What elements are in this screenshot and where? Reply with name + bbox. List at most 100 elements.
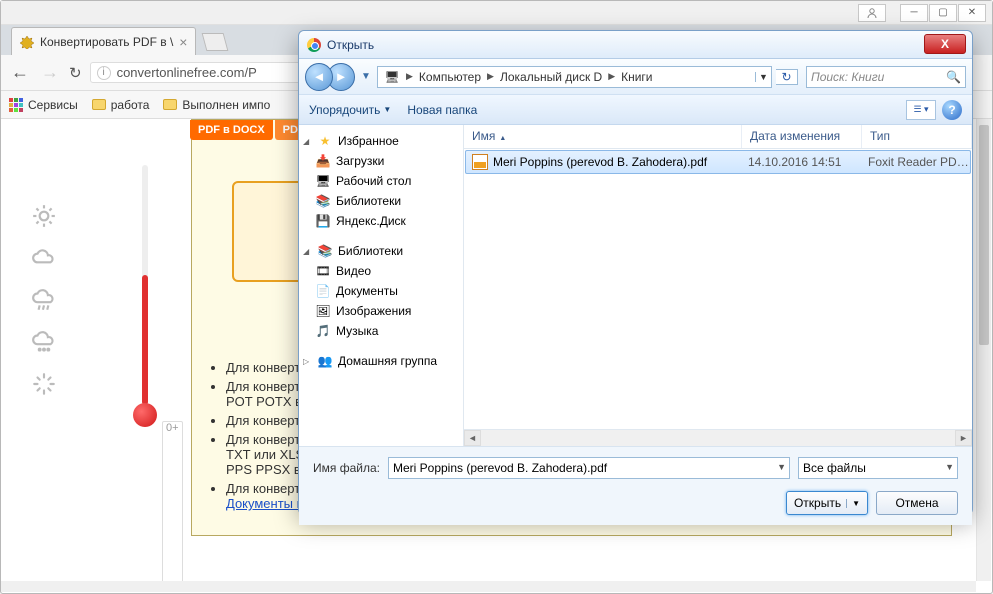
search-icon: 🔍: [946, 70, 961, 84]
snow-icon: [29, 327, 59, 357]
breadcrumb-root[interactable]: 🖥: [380, 67, 404, 87]
tree-images[interactable]: 🖼Изображения: [299, 301, 463, 321]
tree-video[interactable]: 🎞Видео: [299, 261, 463, 281]
page-tab-pdfdocx[interactable]: PDF в DOCX: [190, 120, 273, 140]
apps-button[interactable]: Сервисы: [9, 98, 78, 112]
column-type[interactable]: Тип: [862, 125, 972, 148]
filter-value: Все файлы: [798, 457, 958, 479]
breadcrumb-seg[interactable]: Книги: [617, 67, 656, 87]
music-icon: 🎵: [315, 323, 331, 339]
window-close-button[interactable]: ✕: [958, 4, 986, 22]
site-info-icon[interactable]: i: [97, 66, 111, 80]
scroll-left-button[interactable]: ◄: [464, 430, 481, 446]
rain-icon: [29, 285, 59, 315]
downloads-icon: 📥: [315, 153, 331, 169]
open-file-dialog: Открыть X ◄ ► ▼ 🖥 ▶ Компьютер ▶ Локальны…: [298, 30, 973, 515]
bookmark-label: работа: [111, 98, 150, 112]
new-tab-button[interactable]: [202, 33, 229, 51]
zoom-badge: 0+: [162, 421, 183, 581]
minimize-button[interactable]: ─: [900, 4, 928, 22]
dialog-footer: Имя файла: ▼ Все файлы ▼ Открыть▼ Отмена: [299, 446, 972, 525]
back-button[interactable]: ←: [9, 62, 31, 83]
desktop-icon: 🖥: [315, 173, 331, 189]
folder-icon: [163, 99, 177, 110]
user-button[interactable]: [858, 4, 886, 22]
view-mode-button[interactable]: ☰ ▾: [906, 100, 936, 120]
open-button[interactable]: Открыть▼: [786, 491, 868, 515]
refresh-button[interactable]: ↻: [776, 69, 798, 85]
breadcrumb-seg[interactable]: Компьютер: [415, 67, 485, 87]
tab-title: Конвертировать PDF в \: [40, 35, 173, 49]
homegroup-icon: 👥: [317, 353, 333, 369]
yadisk-icon: 💾: [315, 213, 331, 229]
tree-documents[interactable]: 📄Документы: [299, 281, 463, 301]
file-filter[interactable]: Все файлы ▼: [798, 457, 958, 479]
nav-back-button[interactable]: ◄: [305, 63, 333, 91]
filename-input-wrap: ▼: [388, 457, 790, 479]
chevron-right-icon[interactable]: ▶: [404, 71, 415, 82]
scroll-right-button[interactable]: ►: [955, 430, 972, 446]
chevron-right-icon[interactable]: ▶: [606, 71, 617, 82]
filename-dropdown[interactable]: ▼: [777, 462, 786, 472]
video-icon: 🎞: [315, 263, 331, 279]
tab-favicon-icon: [20, 35, 34, 49]
breadcrumb[interactable]: 🖥 ▶ Компьютер ▶ Локальный диск D ▶ Книги…: [377, 66, 772, 88]
file-list: Имя▲ Дата изменения Тип Meri Poppins (pe…: [464, 125, 972, 446]
sun-icon: [29, 201, 59, 231]
url-text: convertonlinefree.com/P: [117, 65, 257, 80]
tab-close-icon[interactable]: ×: [179, 35, 187, 49]
loading-icon: [29, 369, 59, 399]
page-hscrollbar[interactable]: [1, 581, 976, 592]
new-folder-button[interactable]: Новая папка: [407, 103, 477, 117]
tree-desktop[interactable]: 🖥Рабочий стол: [299, 171, 463, 191]
column-date[interactable]: Дата изменения: [742, 125, 862, 148]
sort-indicator-icon: ▲: [499, 135, 506, 142]
tree-libraries[interactable]: ◢📚Библиотеки: [299, 241, 463, 261]
window-caption: ─ ▢ ✕: [1, 1, 992, 25]
filename-label: Имя файла:: [313, 461, 380, 475]
filename-input[interactable]: [388, 457, 790, 479]
libraries-icon: 📚: [317, 243, 333, 259]
bookmark-label: Выполнен импо: [182, 98, 270, 112]
breadcrumb-dropdown[interactable]: ▼: [755, 72, 771, 82]
file-date: 14.10.2016 14:51: [740, 155, 860, 169]
tree-downloads[interactable]: 📥Загрузки: [299, 151, 463, 171]
dialog-close-button[interactable]: X: [924, 34, 966, 54]
pdf-icon: [472, 154, 488, 170]
browser-tab[interactable]: Конвертировать PDF в \ ×: [11, 27, 196, 55]
chevron-right-icon[interactable]: ▶: [485, 71, 496, 82]
list-header: Имя▲ Дата изменения Тип: [464, 125, 972, 149]
tree-homegroup[interactable]: ▷👥Домашняя группа: [299, 351, 463, 371]
folder-tree: ◢★Избранное 📥Загрузки 🖥Рабочий стол 📚Биб…: [299, 125, 464, 446]
tree-favorites[interactable]: ◢★Избранное: [299, 131, 463, 151]
organize-button[interactable]: Упорядочить▼: [309, 103, 391, 117]
file-type: Foxit Reader PDF ...: [860, 155, 970, 169]
tree-music[interactable]: 🎵Музыка: [299, 321, 463, 341]
apps-label: Сервисы: [28, 98, 78, 112]
help-button[interactable]: ?: [942, 100, 962, 120]
tree-yandexdisk[interactable]: 💾Яндекс.Диск: [299, 211, 463, 231]
dialog-toolbar: Упорядочить▼ Новая папка ☰ ▾ ?: [299, 95, 972, 125]
maximize-button[interactable]: ▢: [929, 4, 957, 22]
bookmark-folder-2[interactable]: Выполнен импо: [163, 98, 270, 112]
open-split-dropdown[interactable]: ▼: [846, 499, 860, 508]
forward-button: →: [39, 62, 61, 83]
bookmark-folder-1[interactable]: работа: [92, 98, 150, 112]
cancel-button[interactable]: Отмена: [876, 491, 958, 515]
list-hscrollbar[interactable]: ◄ ►: [464, 429, 972, 446]
documents-icon: 📄: [315, 283, 331, 299]
reload-button[interactable]: ↻: [69, 64, 82, 82]
dialog-title: Открыть: [327, 38, 374, 52]
weather-widget: [29, 165, 159, 455]
dialog-titlebar[interactable]: Открыть X: [299, 31, 972, 59]
cloud-icon: [29, 243, 59, 273]
column-name[interactable]: Имя▲: [464, 125, 742, 148]
file-row[interactable]: Meri Poppins (perevod B. Zahodera).pdf 1…: [465, 150, 971, 174]
tree-libraries-shortcut[interactable]: 📚Библиотеки: [299, 191, 463, 211]
page-vscrollbar[interactable]: [976, 119, 991, 581]
filter-dropdown-icon: ▼: [945, 462, 954, 472]
search-box[interactable]: Поиск: Книги 🔍: [806, 66, 966, 88]
nav-history-button[interactable]: ▼: [359, 67, 373, 87]
breadcrumb-seg[interactable]: Локальный диск D: [496, 67, 606, 87]
dialog-nav: ◄ ► ▼ 🖥 ▶ Компьютер ▶ Локальный диск D ▶…: [299, 59, 972, 95]
